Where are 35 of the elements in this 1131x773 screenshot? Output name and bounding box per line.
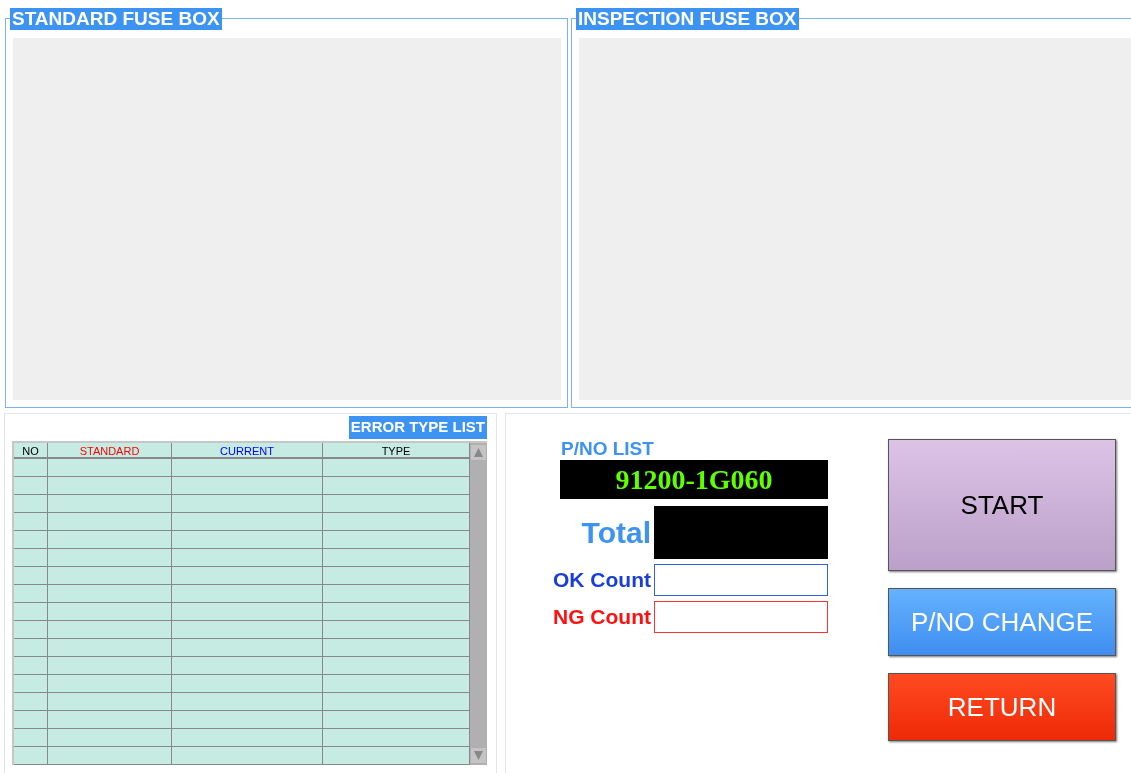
change-button[interactable]: P/NO CHANGE <box>888 588 1116 656</box>
table-cell <box>14 585 48 603</box>
return-button[interactable]: RETURN <box>888 673 1116 741</box>
column-header: TYPE <box>323 443 470 459</box>
scrollbar[interactable] <box>470 443 487 765</box>
counter-label: Total <box>581 515 652 550</box>
table-cell <box>14 693 48 711</box>
table-cell <box>14 477 48 495</box>
panel-title: ERROR TYPE LIST <box>348 416 487 439</box>
table-cell <box>14 747 48 765</box>
panel-title: STANDARD FUSE BOX <box>10 8 222 30</box>
table-cell <box>14 513 48 531</box>
table-cell <box>14 675 48 693</box>
column-header: STANDARD <box>48 443 172 459</box>
table-cell <box>14 657 48 675</box>
counter-label: NG Count <box>553 605 652 629</box>
part-number-display: 91200-1G060 <box>560 460 828 499</box>
pno-list-label: P/NO LIST <box>561 438 654 460</box>
table-cell <box>14 549 48 567</box>
scroll-down-icon[interactable] <box>471 748 486 763</box>
table-cell <box>14 639 48 657</box>
table-cell <box>14 603 48 621</box>
scroll-up-icon[interactable] <box>471 445 486 460</box>
panel-title: INSPECTION FUSE BOX <box>576 8 799 30</box>
table-cell <box>14 711 48 729</box>
table-cell <box>14 459 48 477</box>
table-cell <box>14 495 48 513</box>
counter-label: OK Count <box>553 568 652 592</box>
column-header: NO <box>14 443 48 459</box>
table-cell <box>14 621 48 639</box>
column-header: CURRENT <box>172 443 323 459</box>
table-cell <box>14 531 48 549</box>
table-cell <box>14 729 48 747</box>
table-cell <box>14 567 48 585</box>
start-button[interactable]: START <box>888 439 1116 571</box>
